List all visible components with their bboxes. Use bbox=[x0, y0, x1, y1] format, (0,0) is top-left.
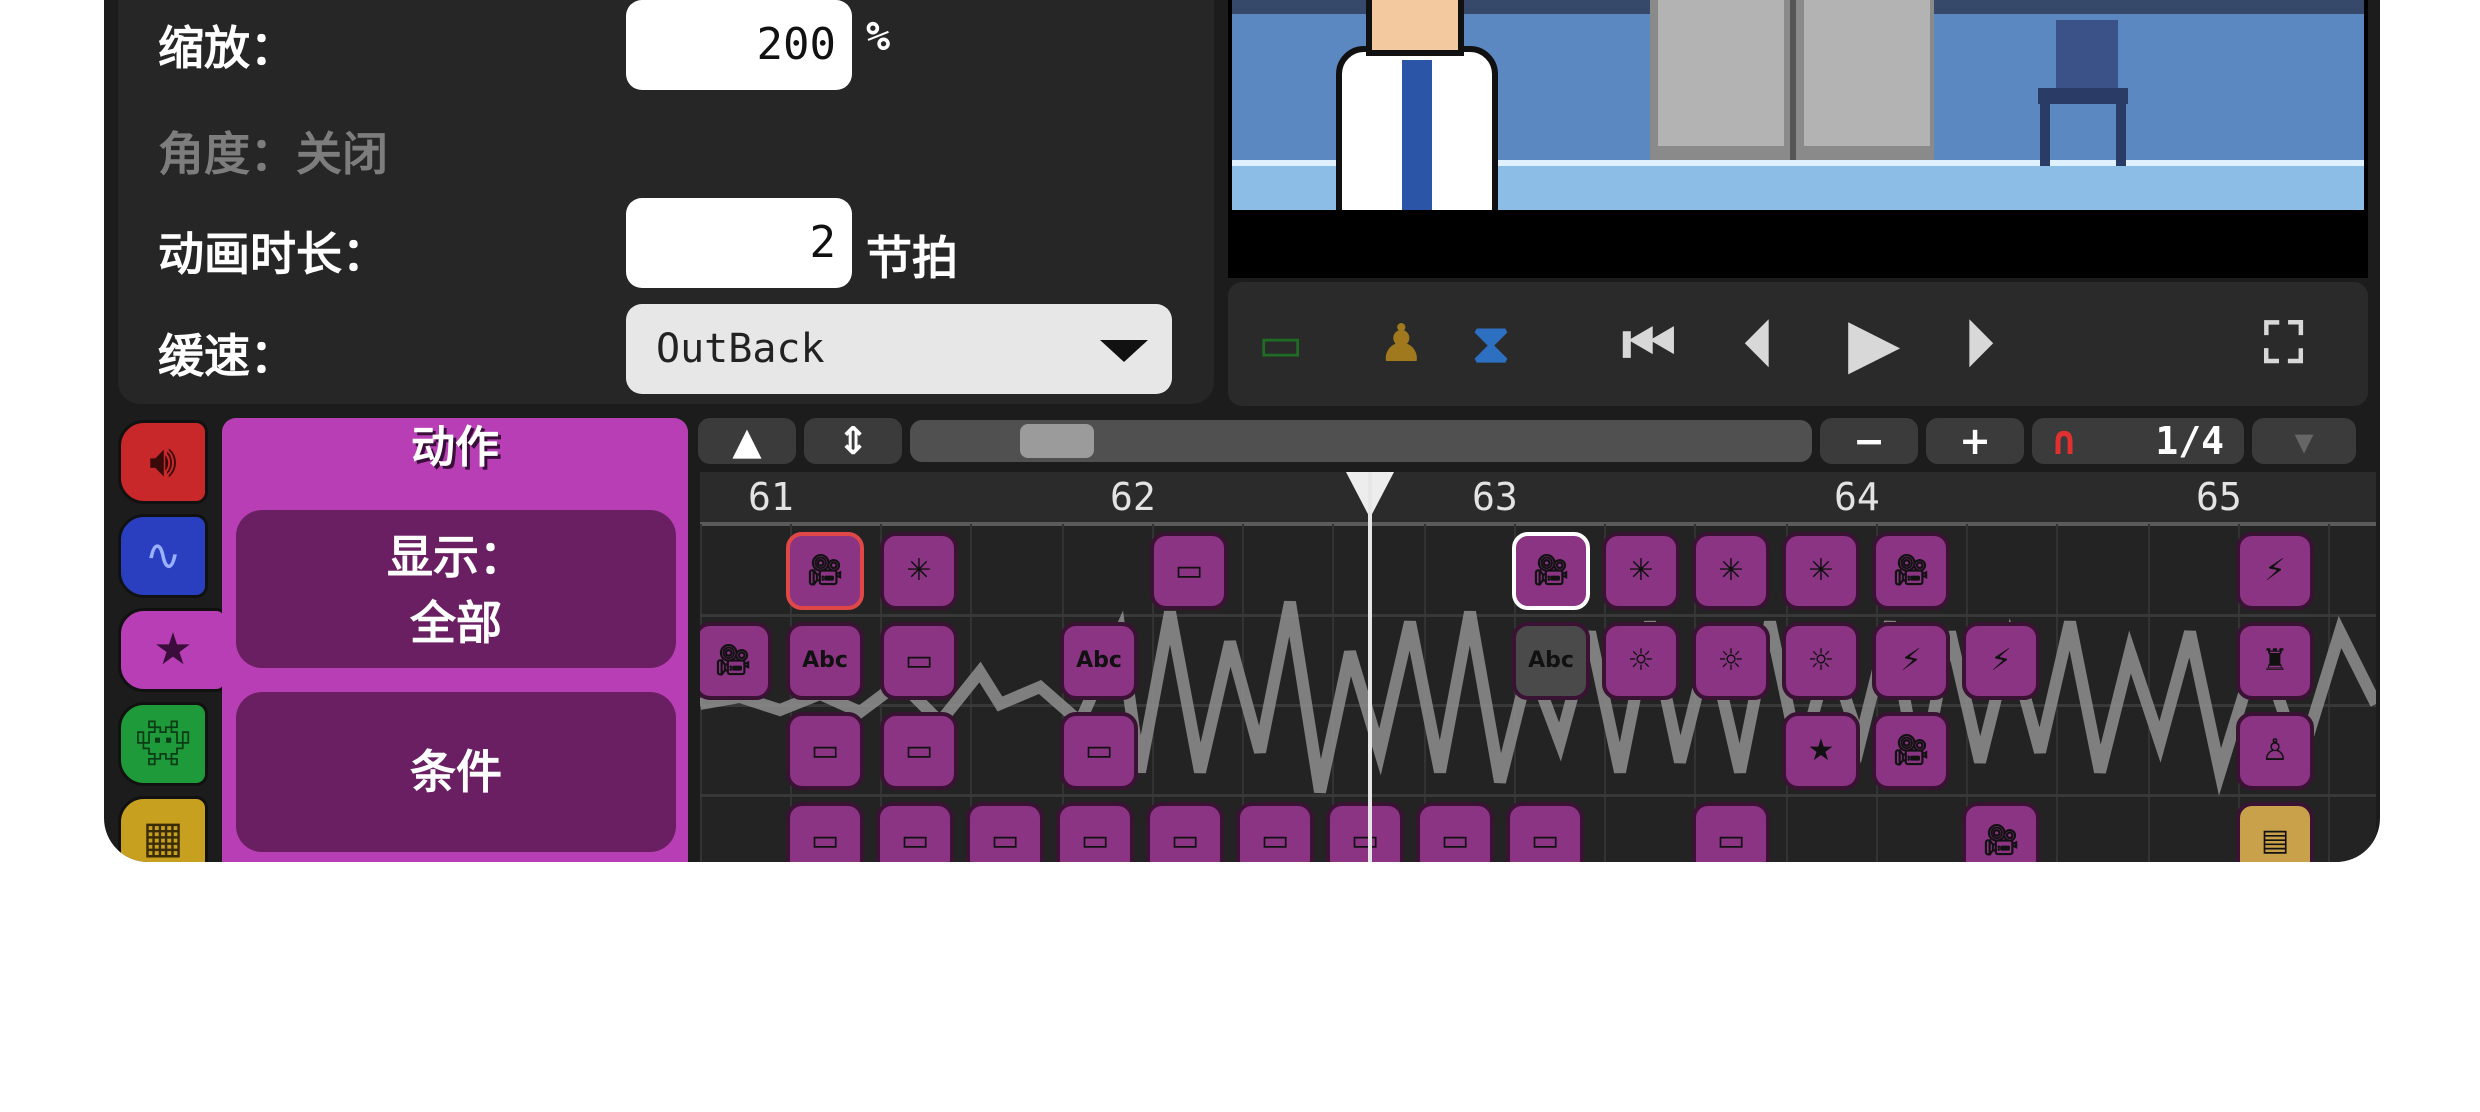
bug-event[interactable]: ✳ bbox=[1602, 532, 1680, 610]
window-event[interactable]: ▭ bbox=[1060, 712, 1138, 790]
window-event[interactable]: ▭ bbox=[786, 802, 864, 862]
duration-unit: 节拍 bbox=[866, 231, 958, 285]
conditions-button[interactable]: 条件 bbox=[236, 692, 676, 852]
snap-button[interactable]: ∩ 1/4 bbox=[2032, 418, 2244, 464]
window-event[interactable]: ▭ bbox=[1146, 802, 1224, 862]
duration-label: 动画时长： bbox=[158, 227, 388, 281]
level-preview bbox=[1228, 0, 2368, 278]
bug-event[interactable]: ✳ bbox=[1782, 532, 1860, 610]
text-event[interactable]: Abc bbox=[1512, 622, 1590, 700]
chevron-down-icon bbox=[1100, 340, 1148, 362]
scale-input[interactable]: 200 bbox=[626, 0, 852, 90]
window-event[interactable]: ▭ bbox=[1416, 802, 1494, 862]
sprite-event[interactable]: ☼ bbox=[1782, 622, 1860, 700]
skip-to-start-icon[interactable]: ⏮ bbox=[1622, 310, 1676, 378]
metronome-icon[interactable]: ⧗ bbox=[1472, 310, 1510, 378]
level-editor: 缩放： 200 % 角度：关闭 动画时长： 2 节拍 缓速： OutBack ▭… bbox=[104, 0, 2380, 862]
window-event[interactable]: ▭ bbox=[1506, 802, 1584, 862]
camera-icon[interactable]: ▭ bbox=[1258, 310, 1303, 378]
scrollbar-thumb[interactable] bbox=[1020, 424, 1094, 458]
camera-event[interactable]: 🎥︎ bbox=[1962, 802, 2040, 862]
magnet-icon: ∩ bbox=[2052, 418, 2077, 464]
timeline-toolbar: ▲ ⇕ − + ∩ 1/4 ▾ bbox=[698, 416, 2374, 468]
window-event[interactable]: ▭ bbox=[1056, 802, 1134, 862]
window-event[interactable]: ▭ bbox=[1692, 802, 1770, 862]
zoom-out-button[interactable]: − bbox=[1820, 418, 1918, 464]
sprite-icon[interactable]: 👾︎ bbox=[118, 702, 208, 786]
grid-icon[interactable]: ▦ bbox=[118, 796, 208, 862]
flash-event[interactable]: ⚡ bbox=[1872, 622, 1950, 700]
window-event[interactable]: ▭ bbox=[1236, 802, 1314, 862]
show-filter-label: 显示： bbox=[387, 530, 525, 584]
character-event[interactable]: ♜ bbox=[2236, 622, 2314, 700]
ease-value: OutBack bbox=[656, 326, 825, 372]
playback-toolbar: ▭ ♟ ⧗ ⏮ ⏴ ▶ ⏵ ⛶ bbox=[1228, 282, 2368, 406]
chair bbox=[2056, 20, 2118, 90]
character-event[interactable]: ♙ bbox=[2236, 712, 2314, 790]
window-event[interactable]: ▭ bbox=[966, 802, 1044, 862]
window-event[interactable]: ▭ bbox=[786, 712, 864, 790]
sprite-event[interactable]: ☼ bbox=[1692, 622, 1770, 700]
duration-input[interactable]: 2 bbox=[626, 198, 852, 288]
properties-panel: 缩放： 200 % 角度：关闭 动画时长： 2 节拍 缓速： OutBack bbox=[118, 0, 1214, 404]
window-event[interactable]: ▭ bbox=[880, 712, 958, 790]
scale-unit: % bbox=[866, 14, 891, 60]
star-icon[interactable]: ★ bbox=[118, 608, 228, 692]
camera-event[interactable]: 🎥︎ bbox=[700, 622, 772, 700]
zoom-in-button[interactable]: + bbox=[1926, 418, 2024, 464]
sprite-event[interactable]: ☼ bbox=[1602, 622, 1680, 700]
text-event[interactable]: Abc bbox=[1060, 622, 1138, 700]
ease-dropdown[interactable]: OutBack bbox=[626, 304, 1172, 394]
fullscreen-icon[interactable]: ⛶ bbox=[2264, 310, 2303, 378]
flash-event[interactable]: ⚡ bbox=[2236, 532, 2314, 610]
camera-event[interactable]: 🎥︎ bbox=[786, 532, 864, 610]
angle-label: 角度：关闭 bbox=[158, 127, 388, 181]
next-beat-icon[interactable]: ⏵ bbox=[1964, 310, 1994, 378]
show-filter-value: 全部 bbox=[410, 596, 502, 650]
preview-scene bbox=[1232, 0, 2364, 210]
previous-beat-icon[interactable]: ⏴ bbox=[1744, 310, 1774, 378]
window-event[interactable]: ▭ bbox=[880, 622, 958, 700]
play-icon[interactable]: ▶ bbox=[1848, 310, 1900, 378]
camera-event[interactable]: 🎥︎ bbox=[1872, 712, 1950, 790]
show-filter-button[interactable]: 显示： 全部 bbox=[236, 510, 676, 668]
bug-event[interactable]: ✳ bbox=[880, 532, 958, 610]
scale-label: 缩放： bbox=[158, 21, 296, 75]
camera-event[interactable]: 🎥︎ bbox=[1512, 532, 1590, 610]
window-event[interactable]: ▭ bbox=[1326, 802, 1404, 862]
camera-event[interactable]: 🎥︎ bbox=[1872, 532, 1950, 610]
flash-event[interactable]: ⚡ bbox=[1962, 622, 2040, 700]
actions-title: 动作 bbox=[411, 422, 499, 473]
timeline-grid[interactable]: 61 62 63 64 65 🎥︎ ✳ ▭ 🎥︎ ✳ ✳ ✳ 🎥︎ ⚡ 🎥︎ A… bbox=[700, 472, 2376, 862]
collapse-button[interactable]: ▲ bbox=[698, 418, 796, 464]
sound-icon[interactable]: 🔊︎ bbox=[118, 420, 208, 504]
playhead[interactable] bbox=[1368, 472, 1372, 862]
ease-label: 缓速： bbox=[158, 329, 296, 383]
hospital-door bbox=[1650, 0, 1934, 162]
star-event[interactable]: ★ bbox=[1782, 712, 1860, 790]
text-event[interactable]: Abc bbox=[786, 622, 864, 700]
filter-icon[interactable]: ▾ bbox=[2252, 418, 2356, 464]
expand-button[interactable]: ⇕ bbox=[804, 418, 902, 464]
snap-value: 1/4 bbox=[2155, 419, 2224, 463]
timeline-scrollbar[interactable] bbox=[910, 420, 1812, 462]
window-event[interactable]: ▭ bbox=[876, 802, 954, 862]
screen-event[interactable]: ▭ bbox=[1150, 532, 1228, 610]
bug-event[interactable]: ✳ bbox=[1692, 532, 1770, 610]
character-icon[interactable]: ♟ bbox=[1378, 310, 1425, 378]
rhythm-icon[interactable]: ∿ bbox=[118, 514, 208, 598]
actions-panel: 动作 显示： 全部 条件 bbox=[222, 418, 688, 862]
condition-event[interactable]: ▤ bbox=[2236, 802, 2314, 862]
